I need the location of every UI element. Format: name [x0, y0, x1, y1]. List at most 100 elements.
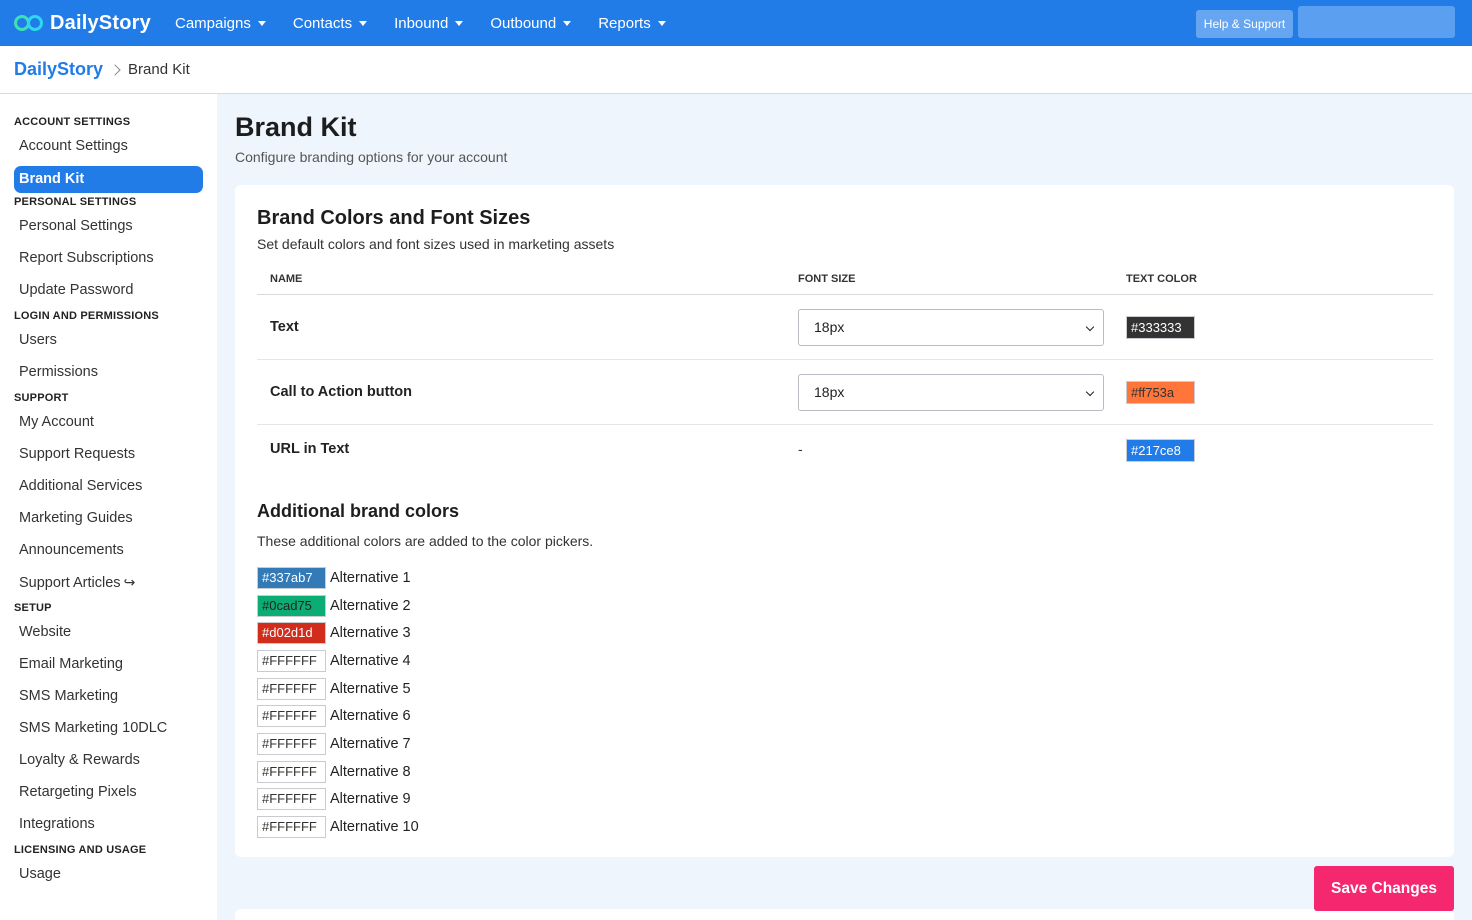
- color-picker-swatch[interactable]: #0cad75: [257, 594, 326, 617]
- color-picker-swatch[interactable]: #337ab7: [257, 566, 326, 589]
- column-header-font-size: FONT SIZE: [798, 273, 856, 285]
- column-header-text-color: TEXT COLOR: [1126, 273, 1197, 285]
- color-label: Alternative 6: [330, 708, 411, 725]
- color-label: Alternative 1: [330, 569, 411, 586]
- sidebar-item-marketing-guides[interactable]: Marketing Guides: [0, 506, 217, 538]
- chevron-down-icon: [1085, 387, 1095, 397]
- list-item: #FFFFFF Alternative 10: [257, 813, 419, 841]
- caret-down-icon: [455, 20, 464, 26]
- sidebar-item-brand-kit[interactable]: Brand Kit: [14, 166, 203, 193]
- sidebar-item-users[interactable]: Users: [0, 328, 217, 360]
- list-item: #FFFFFF Alternative 4: [257, 647, 419, 675]
- chevron-down-icon: [1085, 322, 1095, 332]
- row-name: Call to Action button: [270, 384, 413, 400]
- nav-label: Inbound: [394, 14, 449, 32]
- additional-colors-subtitle: These additional colors are added to the…: [257, 533, 594, 549]
- color-label: Alternative 7: [330, 735, 411, 752]
- secondary-card: [235, 909, 1454, 920]
- brand-table: NAME FONT SIZE TEXT COLOR Text 18px #333…: [257, 263, 1433, 475]
- sidebar-section-title: ACCOUNT SETTINGS: [14, 116, 131, 128]
- nav-label: Outbound: [490, 14, 557, 32]
- color-picker-swatch[interactable]: #FFFFFF: [257, 816, 326, 839]
- caret-down-icon: [657, 20, 666, 26]
- nav-campaigns[interactable]: Campaigns: [175, 15, 266, 32]
- external-link-icon: ↪: [123, 574, 136, 590]
- font-size-empty: -: [798, 441, 803, 457]
- color-picker-swatch[interactable]: #FFFFFF: [257, 649, 326, 672]
- user-menu[interactable]: [1298, 6, 1455, 38]
- color-picker-swatch[interactable]: #d02d1d: [257, 622, 326, 645]
- nav-outbound[interactable]: Outbound: [490, 14, 572, 32]
- color-label: Alternative 10: [330, 819, 419, 836]
- url-color-picker[interactable]: #217ce8: [1126, 439, 1195, 462]
- sidebar-section-title: PERSONAL SETTINGS: [14, 196, 137, 208]
- list-item: #FFFFFF Alternative 5: [257, 675, 419, 703]
- color-label: Alternative 3: [330, 625, 411, 642]
- nav-inbound[interactable]: Inbound: [394, 14, 464, 32]
- caret-down-icon: [257, 20, 266, 26]
- sidebar-item-personal-settings[interactable]: Personal Settings: [0, 214, 217, 246]
- chevron-right-icon: [109, 63, 121, 76]
- save-changes-button[interactable]: Save Changes: [1314, 866, 1454, 911]
- sidebar-item-update-password[interactable]: Update Password: [0, 278, 217, 310]
- text-color-picker[interactable]: #333333: [1126, 316, 1195, 339]
- sidebar-item-support-requests[interactable]: Support Requests: [0, 442, 217, 474]
- font-size-select[interactable]: 18px: [798, 374, 1104, 411]
- select-value: 18px: [814, 319, 845, 335]
- color-picker-swatch[interactable]: #FFFFFF: [257, 760, 326, 783]
- breadcrumb: DailyStory Brand Kit: [0, 46, 1472, 94]
- color-picker-swatch[interactable]: #FFFFFF: [257, 677, 326, 700]
- sidebar-item-website[interactable]: Website: [0, 620, 217, 652]
- sidebar-item-support-articles[interactable]: Support Articles ↪: [0, 570, 217, 602]
- sidebar-item-loyalty-rewards[interactable]: Loyalty & Rewards: [0, 748, 217, 780]
- list-item: #FFFFFF Alternative 8: [257, 758, 419, 786]
- color-picker-swatch[interactable]: #FFFFFF: [257, 732, 326, 755]
- nav-contacts[interactable]: Contacts: [292, 14, 368, 32]
- cta-color-picker[interactable]: #ff753a: [1126, 381, 1195, 404]
- sidebar-item-usage[interactable]: Usage: [0, 862, 217, 894]
- breadcrumb-root-link[interactable]: DailyStory: [14, 59, 103, 80]
- sidebar-section-title: SUPPORT: [14, 392, 69, 404]
- help-support-button[interactable]: Help & Support: [1196, 10, 1293, 38]
- font-size-select[interactable]: 18px: [798, 309, 1104, 346]
- nav-label: Contacts: [292, 14, 353, 32]
- sidebar-item-sms-marketing[interactable]: SMS Marketing: [0, 684, 217, 716]
- list-item: #337ab7 Alternative 1: [257, 564, 419, 592]
- table-header: NAME FONT SIZE TEXT COLOR: [257, 263, 1433, 295]
- sidebar-item-integrations[interactable]: Integrations: [0, 812, 217, 844]
- sidebar-item-label: Support Articles: [19, 575, 121, 591]
- logo-text: DailyStory: [50, 11, 151, 34]
- color-picker-swatch[interactable]: #FFFFFF: [257, 788, 326, 811]
- color-label: Alternative 8: [330, 763, 411, 780]
- sidebar-item-email-marketing[interactable]: Email Marketing: [0, 652, 217, 684]
- infinity-logo-icon: [14, 13, 48, 33]
- sidebar-item-permissions[interactable]: Permissions: [0, 360, 217, 392]
- sidebar-item-account-settings[interactable]: Account Settings: [0, 134, 217, 166]
- logo[interactable]: DailyStory: [14, 12, 154, 35]
- caret-down-icon: [359, 20, 368, 26]
- sidebar-item-report-subscriptions[interactable]: Report Subscriptions: [0, 246, 217, 278]
- sidebar-item-sms-marketing-10dlc[interactable]: SMS Marketing 10DLC: [0, 716, 217, 748]
- color-label: Alternative 4: [330, 652, 411, 669]
- row-name: Text: [270, 319, 299, 335]
- card-title: Brand Colors and Font Sizes: [257, 207, 531, 229]
- sidebar-item-announcements[interactable]: Announcements: [0, 538, 217, 570]
- sidebar-item-retargeting-pixels[interactable]: Retargeting Pixels: [0, 780, 217, 812]
- sidebar-item-additional-services[interactable]: Additional Services: [0, 474, 217, 506]
- caret-down-icon: [563, 20, 572, 26]
- nav-label: Campaigns: [175, 14, 251, 32]
- sidebar-item-my-account[interactable]: My Account: [0, 410, 217, 442]
- main-content: Brand Kit Configure branding options for…: [217, 94, 1472, 920]
- additional-colors-list: #337ab7 Alternative 1 #0cad75 Alternative 2…: [257, 564, 419, 841]
- color-picker-swatch[interactable]: #FFFFFF: [257, 705, 326, 728]
- card-subtitle: Set default colors and font sizes used i…: [257, 236, 615, 252]
- nav-reports[interactable]: Reports: [598, 15, 666, 32]
- list-item: #FFFFFF Alternative 7: [257, 730, 419, 758]
- main-nav: Campaigns Contacts Inbound Outbound Repo…: [175, 15, 693, 32]
- settings-sidebar: ACCOUNT SETTINGS Account Settings Brand …: [0, 94, 217, 920]
- additional-colors-title: Additional brand colors: [257, 501, 460, 521]
- list-item: #0cad75 Alternative 2: [257, 592, 419, 620]
- select-value: 18px: [814, 384, 845, 400]
- list-item: #FFFFFF Alternative 6: [257, 702, 419, 730]
- table-row: URL in Text - #217ce8: [257, 425, 1433, 475]
